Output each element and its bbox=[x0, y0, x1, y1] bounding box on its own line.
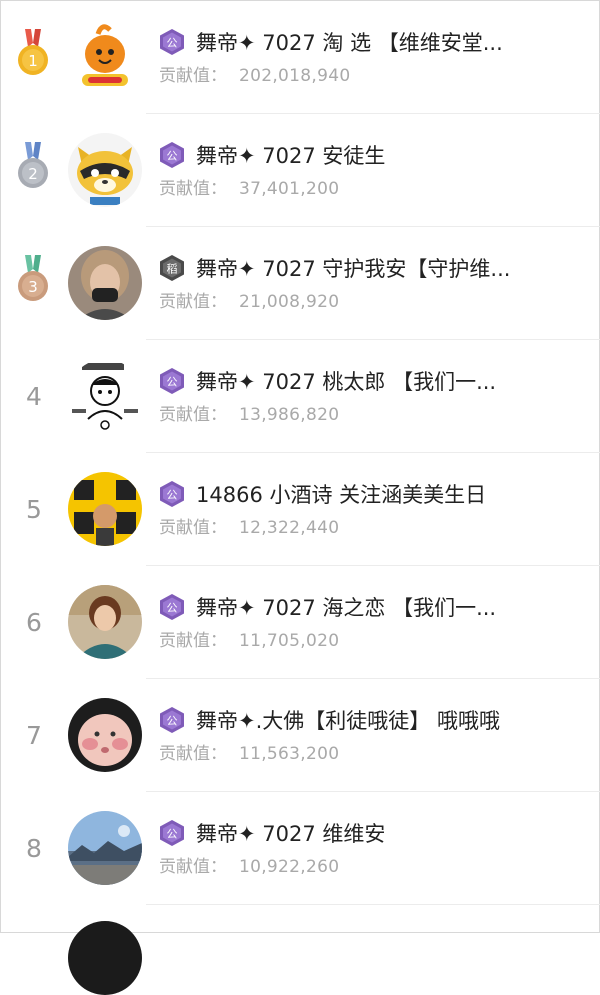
woman-photo-avatar bbox=[68, 246, 142, 320]
user-name[interactable]: 舞帝✦ 7027 安徒生 bbox=[196, 140, 385, 170]
user-name[interactable]: 舞帝✦.大佛【利徒哦徒】 哦哦哦 bbox=[196, 705, 500, 735]
contribution-value: 37,401,200 bbox=[239, 179, 340, 199]
contribution-label: 贡献值： bbox=[159, 857, 227, 877]
contribution: 贡献值： 11,705,020 bbox=[159, 626, 339, 651]
medal-rank-number: 3 bbox=[28, 278, 38, 296]
contribution-value: 10,922,260 bbox=[239, 857, 340, 877]
rank-number: 5 bbox=[26, 495, 42, 524]
guild-badge-icon: 公 bbox=[160, 820, 184, 846]
user-name[interactable]: 舞帝✦ 7027 桃太郎 【我们一... bbox=[196, 366, 496, 396]
contribution: 贡献值： 11,563,200 bbox=[159, 739, 339, 764]
guild-badge-icon: 公 bbox=[160, 368, 184, 394]
guild-badge-icon: 公 bbox=[160, 594, 184, 620]
badge-text: 公 bbox=[167, 376, 178, 389]
avatar[interactable] bbox=[68, 811, 142, 885]
medal-rank-number: 1 bbox=[28, 52, 38, 70]
avatar[interactable] bbox=[68, 585, 142, 659]
avatar[interactable] bbox=[68, 472, 142, 546]
rank-number: 4 bbox=[26, 382, 42, 411]
rank-area: 2 bbox=[1, 114, 65, 227]
contribution-value: 11,563,200 bbox=[239, 744, 340, 764]
contribution-label: 贡献值： bbox=[159, 631, 227, 651]
contribution-value: 13,986,820 bbox=[239, 405, 340, 425]
user-name[interactable]: 舞帝✦ 7027 维维安 bbox=[196, 818, 385, 848]
avatar[interactable] bbox=[68, 133, 142, 207]
user-name[interactable]: 舞帝✦ 7027 守护我安【守护维... bbox=[196, 253, 510, 283]
face-closeup-avatar bbox=[68, 698, 142, 772]
badge-text: 公 bbox=[167, 489, 178, 502]
contribution-label: 贡献值： bbox=[159, 744, 227, 764]
contribution: 贡献值： 37,401,200 bbox=[159, 174, 339, 199]
contribution: 贡献值： 12,322,440 bbox=[159, 513, 339, 538]
ranking-row-7[interactable]: 7 公 舞帝✦.大佛【利徒哦徒】 哦哦哦 贡献值： 11,563,200 bbox=[1, 679, 600, 792]
user-name[interactable]: 舞帝✦ 7027 淘 选 【维维安堂... bbox=[196, 27, 503, 57]
guild-badge-icon: 公 bbox=[160, 481, 184, 507]
contribution-value: 202,018,940 bbox=[239, 66, 351, 86]
rank-area: 6 bbox=[1, 566, 65, 679]
contribution-value: 21,008,920 bbox=[239, 292, 340, 312]
contribution-label: 贡献值： bbox=[159, 179, 227, 199]
ranking-row-8[interactable]: 8 公 舞帝✦ 7027 维维安 贡献值： 10,922,260 bbox=[1, 792, 600, 905]
ranking-row-3[interactable]: 3 稻 舞帝✦ 7027 守护我安【守护维... 贡献值： 21,008,920 bbox=[1, 227, 600, 340]
silver-medal-icon: 2 bbox=[18, 142, 48, 188]
contribution-label: 贡献值： bbox=[159, 405, 227, 425]
badge-text: 公 bbox=[167, 715, 178, 728]
badge-text: 公 bbox=[167, 602, 178, 615]
contribution-ranking-list: 1 公 舞帝✦ 7027 淘 选 【维维安堂... 贡献值： 202,018,94… bbox=[1, 1, 600, 905]
rank-area: 7 bbox=[1, 679, 65, 792]
ranking-row-4[interactable]: 4 公 舞帝✦ 7027 桃太郎 【我们一... 贡献值： 13,986,820 bbox=[1, 340, 600, 453]
contribution-value: 12,322,440 bbox=[239, 518, 340, 538]
guild-badge-icon: 稻 bbox=[160, 255, 184, 281]
medal-rank-number: 2 bbox=[28, 165, 38, 183]
contribution-label: 贡献值： bbox=[159, 66, 227, 86]
avatar[interactable] bbox=[68, 921, 142, 995]
rank-number: 7 bbox=[26, 721, 42, 750]
user-name[interactable]: 14866 小酒诗 关注涵美美生日 bbox=[196, 479, 486, 509]
ranking-row-6[interactable]: 6 公 舞帝✦ 7027 海之恋 【我们一... 贡献值： 11,705,020 bbox=[1, 566, 600, 679]
badge-text: 公 bbox=[167, 828, 178, 841]
rank-area: 1 bbox=[1, 1, 65, 114]
contribution-value: 11,705,020 bbox=[239, 631, 340, 651]
contribution: 贡献值： 10,922,260 bbox=[159, 852, 339, 877]
ranking-row-1[interactable]: 1 公 舞帝✦ 7027 淘 选 【维维安堂... 贡献值： 202,018,94… bbox=[1, 1, 600, 114]
avatar[interactable] bbox=[68, 698, 142, 772]
rank-area: 3 bbox=[1, 227, 65, 340]
avatar[interactable] bbox=[68, 246, 142, 320]
rank-number: 6 bbox=[26, 608, 42, 637]
rank-number: 8 bbox=[26, 834, 42, 863]
orange-cartoon-avatar bbox=[68, 20, 142, 94]
contribution-label: 贡献值： bbox=[159, 518, 227, 538]
yellow-text-avatar bbox=[68, 472, 142, 546]
badge-text: 公 bbox=[167, 37, 178, 50]
contribution: 贡献值： 13,986,820 bbox=[159, 400, 339, 425]
rank-area: 5 bbox=[1, 453, 65, 566]
badge-text: 稻 bbox=[167, 263, 178, 276]
rank-area: 8 bbox=[1, 792, 65, 905]
meme-sketch-avatar bbox=[68, 359, 142, 433]
guild-badge-icon: 公 bbox=[160, 707, 184, 733]
avatar[interactable] bbox=[68, 359, 142, 433]
guild-badge-icon: 公 bbox=[160, 142, 184, 168]
ranking-row-5[interactable]: 5 公 14866 小酒诗 关注涵美美生日 贡献值： 12,322,440 bbox=[1, 453, 600, 566]
raccoon-cartoon-avatar bbox=[68, 133, 142, 207]
contribution-label: 贡献值： bbox=[159, 292, 227, 312]
landscape-photo-avatar bbox=[68, 811, 142, 885]
ranking-row-2[interactable]: 2 公 舞帝✦ 7027 安徒生 贡献值： 37,401,200 bbox=[1, 114, 600, 227]
guild-badge-icon: 公 bbox=[160, 29, 184, 55]
person-photo-avatar bbox=[68, 585, 142, 659]
avatar[interactable] bbox=[68, 20, 142, 94]
bronze-medal-icon: 3 bbox=[18, 255, 48, 301]
gold-medal-icon: 1 bbox=[18, 29, 48, 75]
user-name[interactable]: 舞帝✦ 7027 海之恋 【我们一... bbox=[196, 592, 496, 622]
contribution: 贡献值： 202,018,940 bbox=[159, 61, 350, 86]
badge-text: 公 bbox=[167, 150, 178, 163]
contribution: 贡献值： 21,008,920 bbox=[159, 287, 339, 312]
ranking-row-partial[interactable] bbox=[1, 905, 600, 995]
rank-area: 4 bbox=[1, 340, 65, 453]
